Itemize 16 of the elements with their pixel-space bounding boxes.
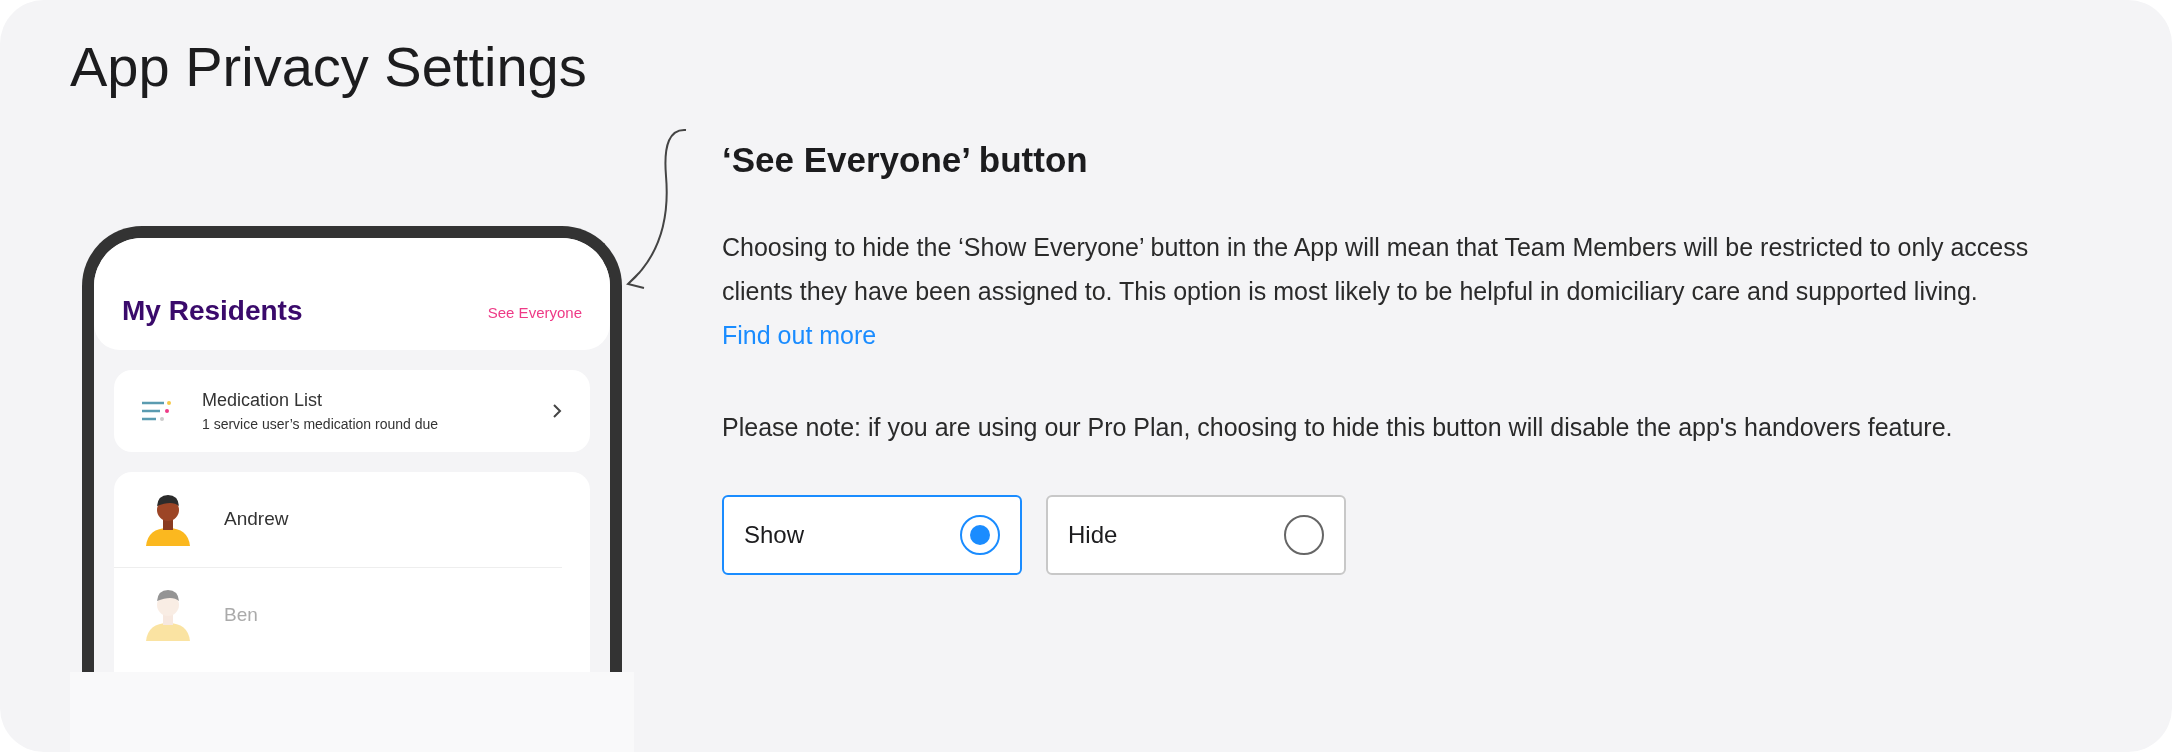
radio-icon — [960, 514, 1000, 555]
medication-card[interactable]: Medication List 1 service user’s medication round due — [114, 370, 590, 452]
medication-title: Medication List — [202, 389, 324, 412]
screen-title: My Residents — [122, 294, 303, 328]
chevron-right-icon — [552, 403, 562, 419]
section-heading: ‘See Everyone’ button — [722, 139, 1088, 181]
description-text: Choosing to hide the ‘Show Everyone’ button in the App will mean that Team Members will be restricted to only access clients they have been assigned to. This option is most likely to be helpful in domiciliary care and supported living. Find out more — [722, 231, 2030, 351]
see-everyone-link[interactable]: See Everyone — [487, 301, 582, 325]
radio-option[interactable]: Hide — [1046, 494, 1346, 575]
page-title: App Privacy Settings — [70, 36, 587, 98]
note-text: Please note: if you are using our Pro Plan, choosing to hide this button will disable the app's handovers feature. — [722, 411, 1954, 443]
radio-option[interactable]: Show — [722, 494, 1022, 575]
medication-subtitle: 1 service user’s medication round due — [202, 415, 440, 434]
resident-name[interactable]: Andrew — [224, 505, 289, 534]
radio-icon — [1284, 514, 1324, 555]
list-icon — [142, 400, 172, 422]
